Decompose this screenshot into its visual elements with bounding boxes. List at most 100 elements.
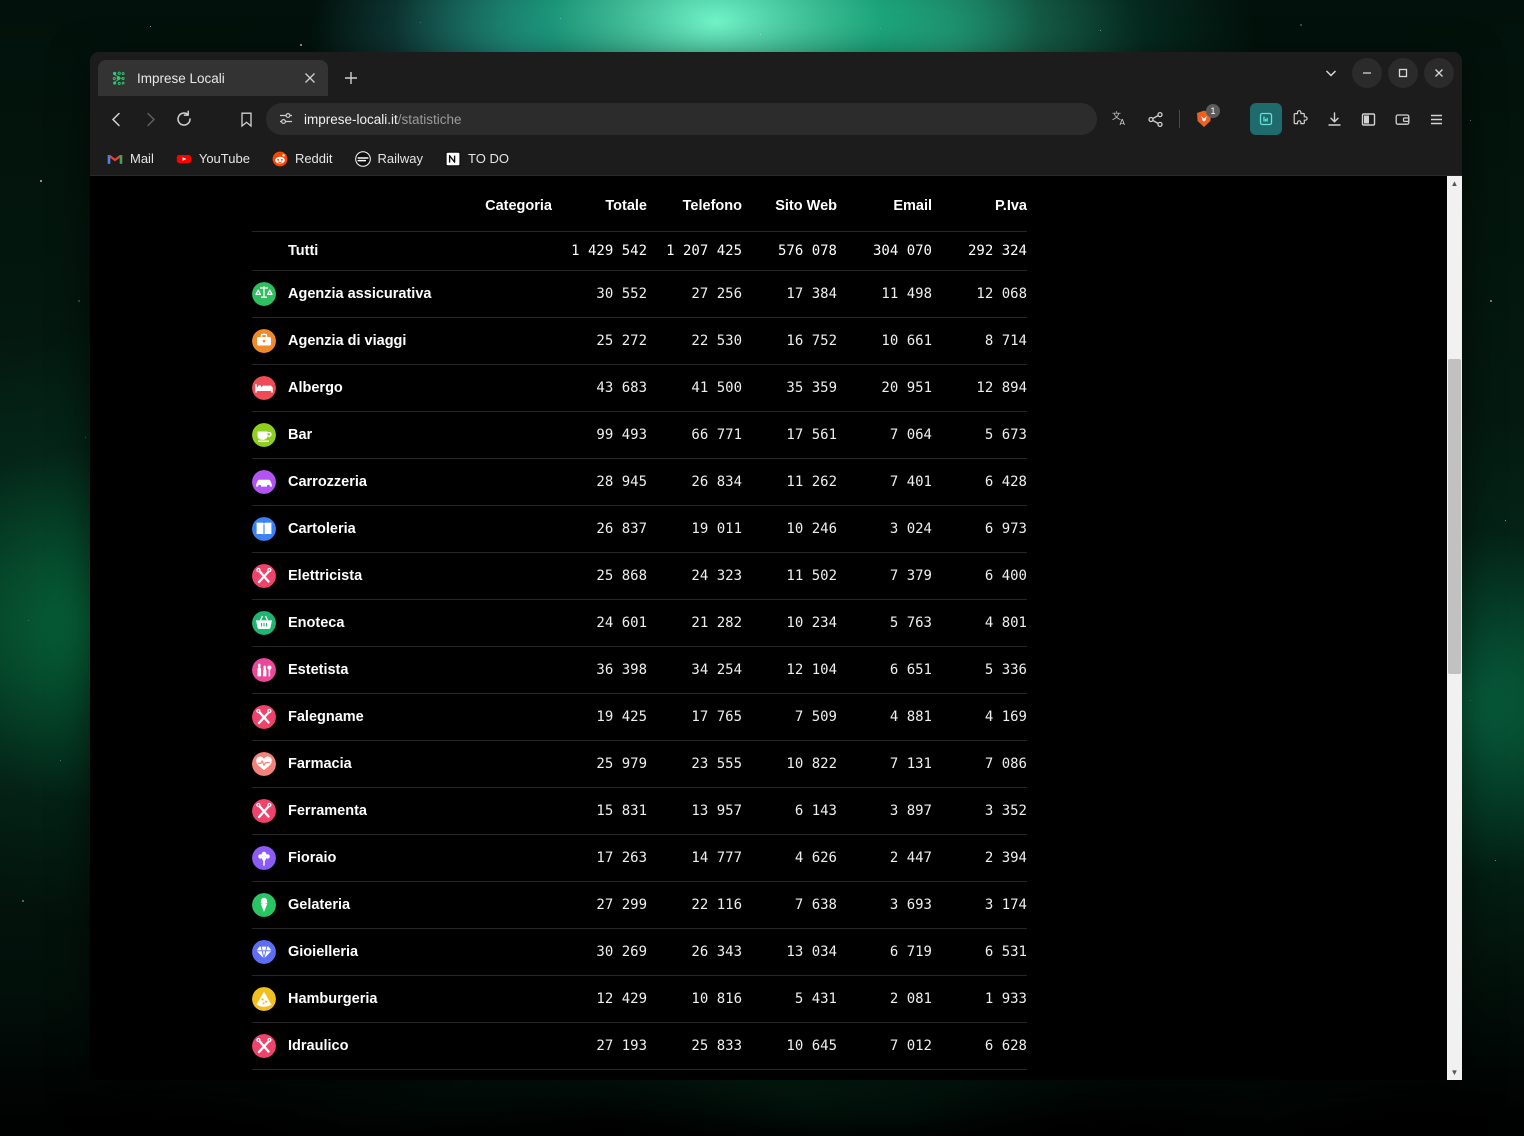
value-email: 7 379	[837, 553, 932, 600]
wallet-icon[interactable]	[1386, 103, 1418, 135]
table-row[interactable]: Agenzia assicurativa30 55227 25617 38411…	[252, 271, 1027, 318]
category-cell: Bar	[252, 412, 552, 459]
reload-icon[interactable]	[168, 103, 200, 135]
tab-title: Imprese Locali	[137, 71, 290, 86]
table-row[interactable]: Estetista36 39834 25412 1046 6515 336	[252, 647, 1027, 694]
url-bar[interactable]: imprese-locali.it/statistiche	[266, 103, 1097, 135]
category-label: Gelateria	[288, 897, 350, 913]
value-piva: 2 394	[932, 835, 1027, 882]
new-tab-button[interactable]	[336, 63, 366, 93]
value-piva: 6 973	[932, 506, 1027, 553]
value-piva: 7 086	[932, 741, 1027, 788]
close-icon[interactable]	[1424, 58, 1454, 88]
table-row[interactable]: Farmacia25 97923 55510 8227 1317 086	[252, 741, 1027, 788]
table-row[interactable]: Cartoleria26 83719 01110 2463 0246 973	[252, 506, 1027, 553]
tab-close-icon[interactable]	[300, 68, 320, 88]
bookmark-label: YouTube	[199, 151, 250, 166]
leo-ai-icon[interactable]	[1250, 103, 1282, 135]
value-telefono: 66 771	[647, 412, 742, 459]
category-label: Tutti	[288, 243, 318, 259]
category-cell: Elettricista	[252, 553, 552, 600]
value-email: 7 401	[837, 459, 932, 506]
bookmark-mail[interactable]: Mail	[98, 147, 163, 171]
bookmark-todo[interactable]: TO DO	[436, 147, 518, 171]
tab-search-chevron-down-icon[interactable]	[1316, 58, 1346, 88]
category-cell: Fioraio	[252, 835, 552, 882]
share-icon[interactable]	[1139, 103, 1171, 135]
bookmark-youtube[interactable]: YouTube	[167, 147, 259, 171]
tab-strip: Imprese Locali	[90, 52, 1462, 96]
value-piva: 1 933	[932, 976, 1027, 1023]
table-row[interactable]: Idraulico27 19325 83310 6457 0126 628	[252, 1023, 1027, 1070]
brave-shield-icon[interactable]: 1	[1188, 103, 1220, 135]
table-row[interactable]: Falegname19 42517 7657 5094 8814 169	[252, 694, 1027, 741]
tools-icon	[252, 564, 276, 588]
window-controls	[1316, 58, 1454, 88]
maximize-icon[interactable]	[1388, 58, 1418, 88]
table-row[interactable]: Agenzia di viaggi25 27222 53016 75210 66…	[252, 318, 1027, 365]
tools-icon	[252, 705, 276, 729]
category-cell: Farmacia	[252, 741, 552, 788]
hamburger-menu-icon[interactable]	[1420, 103, 1452, 135]
sidebar-icon[interactable]	[1352, 103, 1384, 135]
value-telefono: 23 555	[647, 741, 742, 788]
page-scrollbar[interactable]: ▲ ▼	[1447, 176, 1462, 1080]
category-label: Albergo	[288, 380, 343, 396]
value-piva: 6 531	[932, 929, 1027, 976]
column-header-sito-web[interactable]: Sito Web	[742, 198, 837, 232]
table-row[interactable]: Elettricista25 86824 32311 5027 3796 400	[252, 553, 1027, 600]
scroll-up-arrow[interactable]: ▲	[1447, 176, 1462, 191]
table-row[interactable]: Impresa di pulizie22 57418 3088 6395 842…	[252, 1070, 1027, 1081]
value-telefono: 25 833	[647, 1023, 742, 1070]
value-totale: 17 263	[552, 835, 647, 882]
table-row[interactable]: Tutti1 429 5421 207 425576 078304 070292…	[252, 232, 1027, 271]
forward-icon[interactable]	[134, 103, 166, 135]
column-header-email[interactable]: Email	[837, 198, 932, 232]
table-row[interactable]: Gelateria27 29922 1167 6383 6933 174	[252, 882, 1027, 929]
value-telefono: 14 777	[647, 835, 742, 882]
extensions-icon[interactable]	[1284, 103, 1316, 135]
downloads-icon[interactable]	[1318, 103, 1350, 135]
table-row[interactable]: Gioielleria30 26926 34313 0346 7196 531	[252, 929, 1027, 976]
scrollbar-thumb[interactable]	[1448, 359, 1461, 674]
category-cell: Enoteca	[252, 600, 552, 647]
value-email: 5 763	[837, 600, 932, 647]
value-sito-web: 10 246	[742, 506, 837, 553]
table-row[interactable]: Ferramenta15 83113 9576 1433 8973 352	[252, 788, 1027, 835]
bookmark-railway[interactable]: Railway	[346, 147, 433, 171]
value-telefono: 13 957	[647, 788, 742, 835]
value-email: 7 131	[837, 741, 932, 788]
table-row[interactable]: Carrozzeria28 94526 83411 2627 4016 428	[252, 459, 1027, 506]
column-header-piva[interactable]: P.Iva	[932, 198, 1027, 232]
table-row[interactable]: Hamburgeria12 42910 8165 4312 0811 933	[252, 976, 1027, 1023]
basket-icon	[252, 611, 276, 635]
column-header-categoria[interactable]: Categoria	[252, 198, 552, 232]
notion-icon	[445, 151, 461, 167]
category-label: Ferramenta	[288, 803, 367, 819]
bookmark-reddit[interactable]: Reddit	[263, 147, 342, 171]
value-email: 4 881	[837, 694, 932, 741]
table-row[interactable]: Bar99 49366 77117 5617 0645 673	[252, 412, 1027, 459]
value-telefono: 22 530	[647, 318, 742, 365]
table-row[interactable]: Albergo43 68341 50035 35920 95112 894	[252, 365, 1027, 412]
minimize-icon[interactable]	[1352, 58, 1382, 88]
site-settings-icon[interactable]	[278, 111, 294, 127]
value-telefono: 26 834	[647, 459, 742, 506]
category-label: Estetista	[288, 662, 348, 678]
browser-tab[interactable]: Imprese Locali	[98, 60, 328, 96]
value-piva: 3 352	[932, 788, 1027, 835]
bookmark-icon[interactable]	[230, 103, 262, 135]
bookmark-label: TO DO	[468, 151, 509, 166]
table-row[interactable]: Fioraio17 26314 7774 6262 4472 394	[252, 835, 1027, 882]
translate-icon[interactable]: 文 A	[1105, 103, 1137, 135]
category-label: Hamburgeria	[288, 991, 377, 1007]
category-label: Bar	[288, 427, 312, 443]
table-row[interactable]: Enoteca24 60121 28210 2345 7634 801	[252, 600, 1027, 647]
value-piva: 4 169	[932, 694, 1027, 741]
scroll-down-arrow[interactable]: ▼	[1447, 1065, 1462, 1080]
column-header-totale[interactable]: Totale	[552, 198, 647, 232]
value-telefono: 18 308	[647, 1070, 742, 1081]
column-header-telefono[interactable]: Telefono	[647, 198, 742, 232]
gem-icon	[252, 940, 276, 964]
back-icon[interactable]	[100, 103, 132, 135]
